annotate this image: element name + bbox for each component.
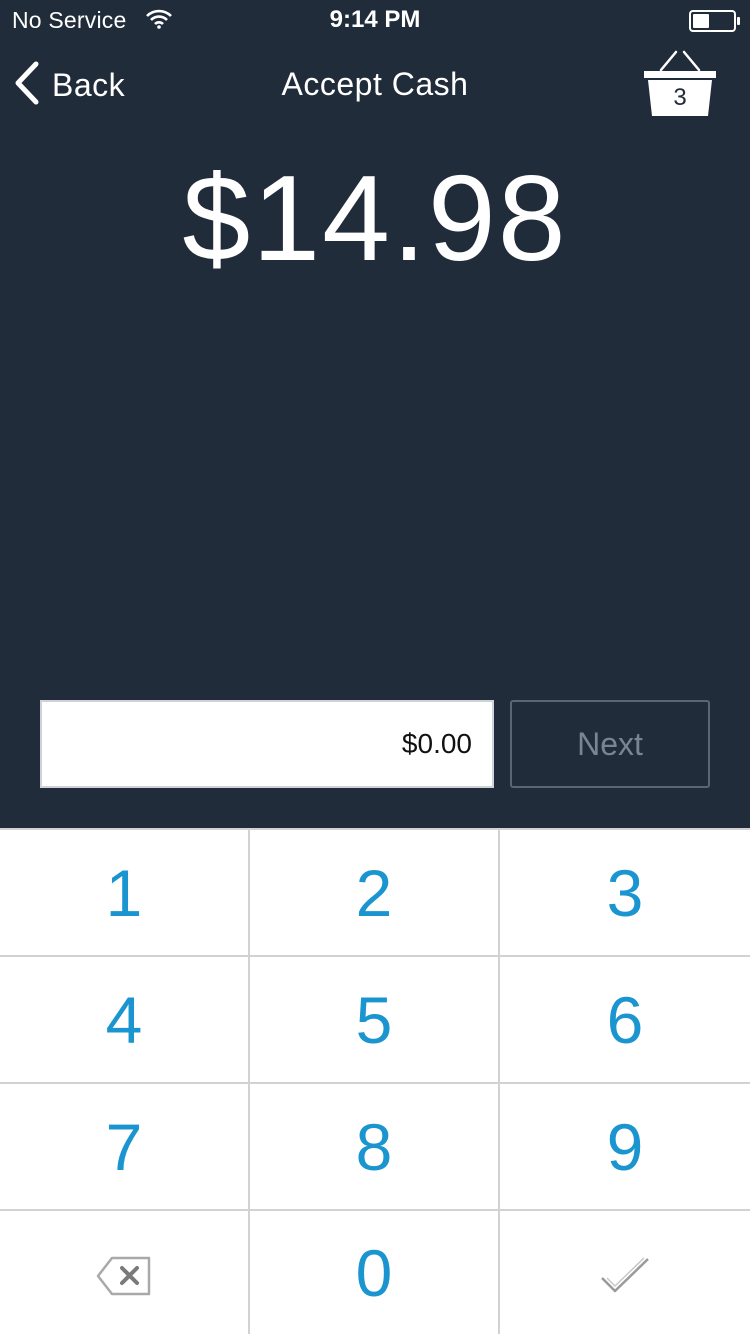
key-4[interactable]: 4 (0, 955, 250, 1082)
basket-button[interactable]: 3 (642, 46, 718, 118)
confirm-key[interactable] (500, 1209, 750, 1334)
key-7[interactable]: 7 (0, 1082, 250, 1209)
key-5[interactable]: 5 (250, 955, 500, 1082)
page-title: Accept Cash (281, 66, 469, 102)
status-bar: No Service 9:14 PM (0, 0, 750, 40)
key-9[interactable]: 9 (500, 1082, 750, 1209)
battery-icon (689, 10, 741, 37)
key-8[interactable]: 8 (250, 1082, 500, 1209)
key-2[interactable]: 2 (250, 828, 500, 955)
delete-key[interactable] (0, 1209, 250, 1334)
status-time: 9:14 PM (329, 6, 421, 33)
backspace-icon (96, 1235, 152, 1311)
amount-due: $14.98 (182, 150, 568, 286)
key-6[interactable]: 6 (500, 955, 750, 1082)
checkmark-icon (599, 1235, 651, 1311)
next-button[interactable]: Next (510, 700, 710, 788)
header-panel: No Service 9:14 PM Back Accept Cash 3 $1… (0, 0, 750, 828)
key-3[interactable]: 3 (500, 828, 750, 955)
key-0[interactable]: 0 (250, 1209, 500, 1334)
cash-received-input[interactable]: $0.00 (40, 700, 494, 788)
basket-count-badge: 3 (673, 84, 687, 111)
numeric-keypad: 1 2 3 4 5 6 7 8 9 0 (0, 828, 750, 1334)
accept-cash-screen: No Service 9:14 PM Back Accept Cash 3 $1… (0, 0, 750, 1334)
key-1[interactable]: 1 (0, 828, 250, 955)
